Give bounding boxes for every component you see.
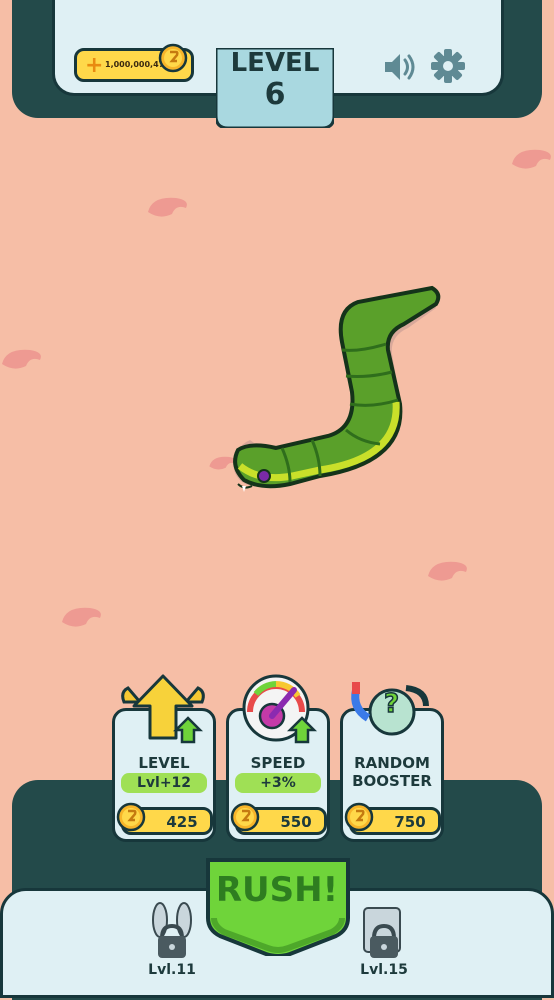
speedometer-icon bbox=[242, 674, 318, 744]
card-title: LEVEL bbox=[138, 754, 190, 772]
petal-decoration bbox=[62, 607, 101, 627]
locked-item-label: Lvl.15 bbox=[360, 962, 408, 978]
card-subtitle: Lvl+12 bbox=[121, 773, 207, 793]
snake bbox=[233, 285, 441, 492]
card-price: 550 bbox=[280, 813, 312, 831]
card-price-button[interactable]: 750 bbox=[344, 802, 441, 835]
plus-icon[interactable]: + bbox=[85, 53, 103, 79]
coin-icon bbox=[116, 802, 146, 832]
svg-text:?: ? bbox=[384, 689, 399, 719]
petal-decoration bbox=[2, 349, 41, 369]
card-subtitle: +3% bbox=[235, 773, 321, 793]
card-title-line1: RANDOM bbox=[354, 754, 430, 772]
card-price: 425 bbox=[166, 813, 198, 831]
locked-item-label: Lvl.11 bbox=[148, 962, 196, 978]
rush-button[interactable]: RUSH! bbox=[204, 868, 350, 912]
coin-icon bbox=[158, 43, 188, 73]
sound-icon[interactable] bbox=[382, 50, 418, 84]
locked-bunny-ears-icon bbox=[152, 902, 192, 958]
petal-decoration bbox=[148, 197, 187, 217]
level-number: 6 bbox=[264, 77, 286, 112]
magnet-question-icon: ? bbox=[351, 682, 429, 736]
petal-decoration bbox=[512, 149, 551, 169]
card-title: SPEED bbox=[250, 754, 306, 772]
locked-card-icon bbox=[363, 907, 401, 958]
golden-arrow-wings-icon bbox=[121, 674, 205, 744]
card-price-button[interactable]: 425 bbox=[116, 802, 213, 835]
card-price-button[interactable]: 550 bbox=[230, 802, 327, 835]
card-price: 750 bbox=[394, 813, 426, 831]
gear-icon[interactable] bbox=[430, 48, 466, 84]
coin-icon bbox=[230, 802, 260, 832]
petal-decoration bbox=[428, 561, 467, 581]
level-label: LEVEL bbox=[230, 48, 320, 78]
card-title-line2: BOOSTER bbox=[352, 772, 432, 790]
coin-icon bbox=[344, 802, 374, 832]
